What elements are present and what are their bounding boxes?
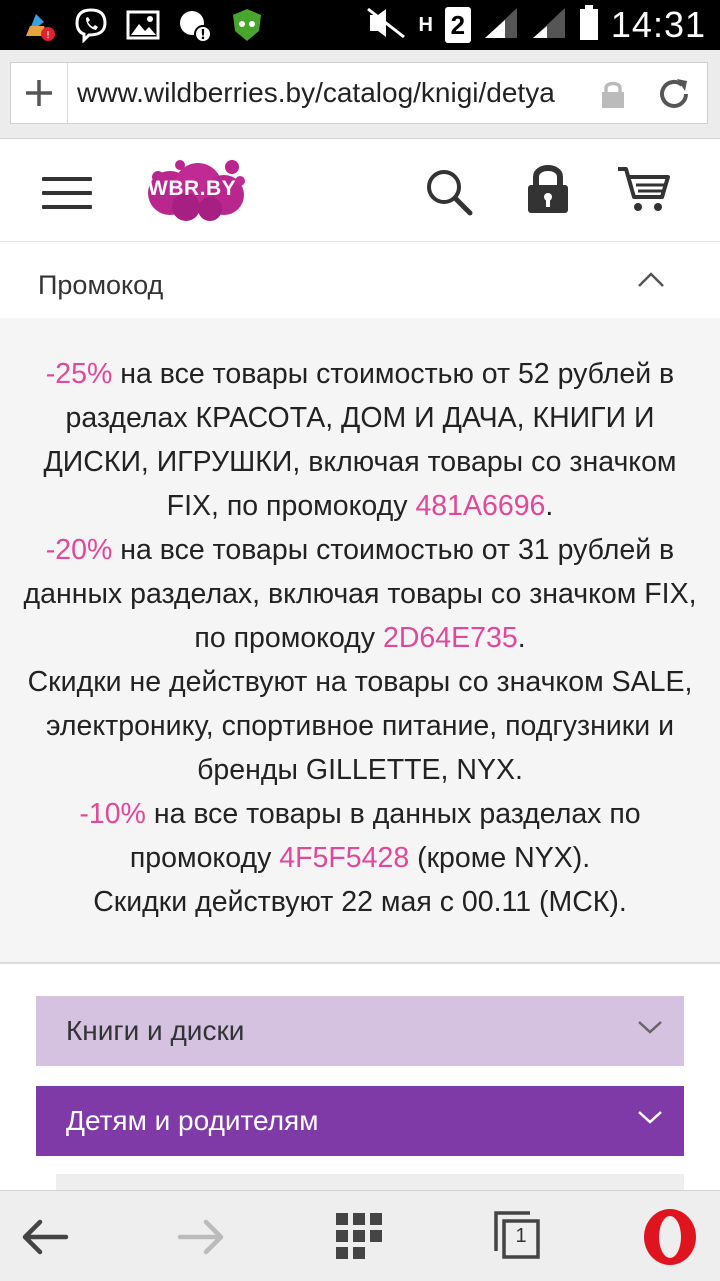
new-tab-button[interactable] bbox=[11, 63, 68, 123]
promo-dates: Скидки действуют 22 мая с 00.11 (МСК). bbox=[93, 886, 627, 918]
url-box[interactable]: www.wildberries.by/catalog/knigi/detya bbox=[10, 62, 708, 124]
browser-address-bar: www.wildberries.by/catalog/knigi/detya bbox=[0, 50, 720, 139]
antivirus-icon bbox=[228, 6, 266, 44]
reload-button[interactable] bbox=[655, 75, 693, 118]
category-kids-and-parents[interactable]: Детям и родителям bbox=[36, 1086, 684, 1156]
tabs-button[interactable]: 1 bbox=[494, 1211, 542, 1261]
clock: 14:31 bbox=[610, 4, 706, 45]
speed-dial-button[interactable] bbox=[336, 1213, 382, 1264]
chevron-down-icon bbox=[636, 1018, 664, 1041]
promo-code[interactable]: 2D64E735 bbox=[383, 622, 518, 654]
sim-badge: 2 bbox=[444, 7, 471, 43]
search-icon bbox=[427, 170, 473, 216]
notification-icon: ! bbox=[20, 6, 58, 44]
category-label: Книги и диски bbox=[66, 1015, 245, 1046]
forward-button[interactable] bbox=[176, 1217, 226, 1262]
tab-count: 1 bbox=[515, 1225, 527, 1247]
svg-text:!: ! bbox=[46, 30, 50, 41]
promo-code[interactable]: 481A6696 bbox=[415, 490, 545, 522]
signal-icon bbox=[483, 6, 519, 45]
promo-header[interactable]: Промокод bbox=[0, 242, 720, 318]
site-logo[interactable]: WBR.BY bbox=[140, 155, 250, 225]
opera-menu-button[interactable] bbox=[640, 1207, 700, 1272]
signal-icon-2 bbox=[531, 6, 567, 45]
promo-discount: -25% bbox=[45, 358, 113, 390]
logo-text: WBR.BY bbox=[148, 177, 237, 200]
cart-icon bbox=[618, 167, 670, 211]
opera-logo-icon bbox=[644, 1209, 696, 1265]
arrow-left-icon bbox=[22, 1219, 69, 1255]
viber-icon bbox=[72, 6, 110, 44]
promo-discount: -20% bbox=[45, 534, 113, 566]
promo-punct: . bbox=[545, 490, 554, 522]
chevron-up-icon[interactable] bbox=[636, 270, 666, 295]
lock-icon bbox=[528, 165, 568, 213]
hamburger-line bbox=[42, 177, 92, 181]
plus-icon bbox=[26, 80, 52, 106]
menu-button[interactable] bbox=[42, 177, 92, 209]
hamburger-line bbox=[42, 191, 92, 195]
cart-button[interactable] bbox=[616, 165, 672, 220]
promo-note: (кроме NYX). bbox=[409, 842, 591, 874]
battery-icon bbox=[579, 4, 599, 46]
category-books-and-discs[interactable]: Книги и диски bbox=[36, 996, 684, 1066]
promo-body: -25% на все товары стоимостью от 52 рубл… bbox=[0, 318, 720, 964]
promo-discount: -10% bbox=[79, 798, 146, 830]
secure-lock-icon bbox=[599, 79, 627, 114]
svg-text:!: ! bbox=[200, 28, 206, 43]
promo-exclusions: Скидки не действуют на товары со значком… bbox=[27, 666, 693, 786]
promo-code[interactable]: 4F5F5428 bbox=[279, 842, 409, 874]
promo-punct: . bbox=[517, 622, 526, 654]
grid-icon bbox=[336, 1213, 382, 1259]
url-text[interactable]: www.wildberries.by/catalog/knigi/detya bbox=[77, 77, 587, 111]
promo-description: на все товары стоимостью от 52 рублей в … bbox=[43, 358, 677, 522]
category-label: Детям и родителям bbox=[66, 1105, 319, 1136]
hamburger-line bbox=[42, 205, 92, 209]
promo-text: -25% на все товары стоимостью от 52 рубл… bbox=[22, 352, 698, 924]
chevron-down-icon bbox=[636, 1108, 664, 1131]
network-type: H bbox=[418, 14, 433, 36]
alert-icon: ! bbox=[176, 6, 214, 44]
browser-bottom-nav: 1 bbox=[0, 1190, 720, 1281]
image-icon bbox=[124, 6, 162, 44]
promo-description: на все товары стоимостью от 31 рублей в … bbox=[23, 534, 697, 654]
promo-title: Промокод bbox=[38, 270, 164, 300]
site-header: WBR.BY bbox=[0, 139, 720, 243]
status-bar: ! ! H 2 14:31 bbox=[0, 0, 720, 50]
back-button[interactable] bbox=[20, 1217, 70, 1262]
mute-icon bbox=[366, 7, 406, 44]
arrow-right-icon bbox=[177, 1219, 224, 1255]
search-button[interactable] bbox=[424, 167, 474, 222]
reload-icon bbox=[660, 79, 688, 108]
account-button[interactable] bbox=[524, 163, 572, 220]
